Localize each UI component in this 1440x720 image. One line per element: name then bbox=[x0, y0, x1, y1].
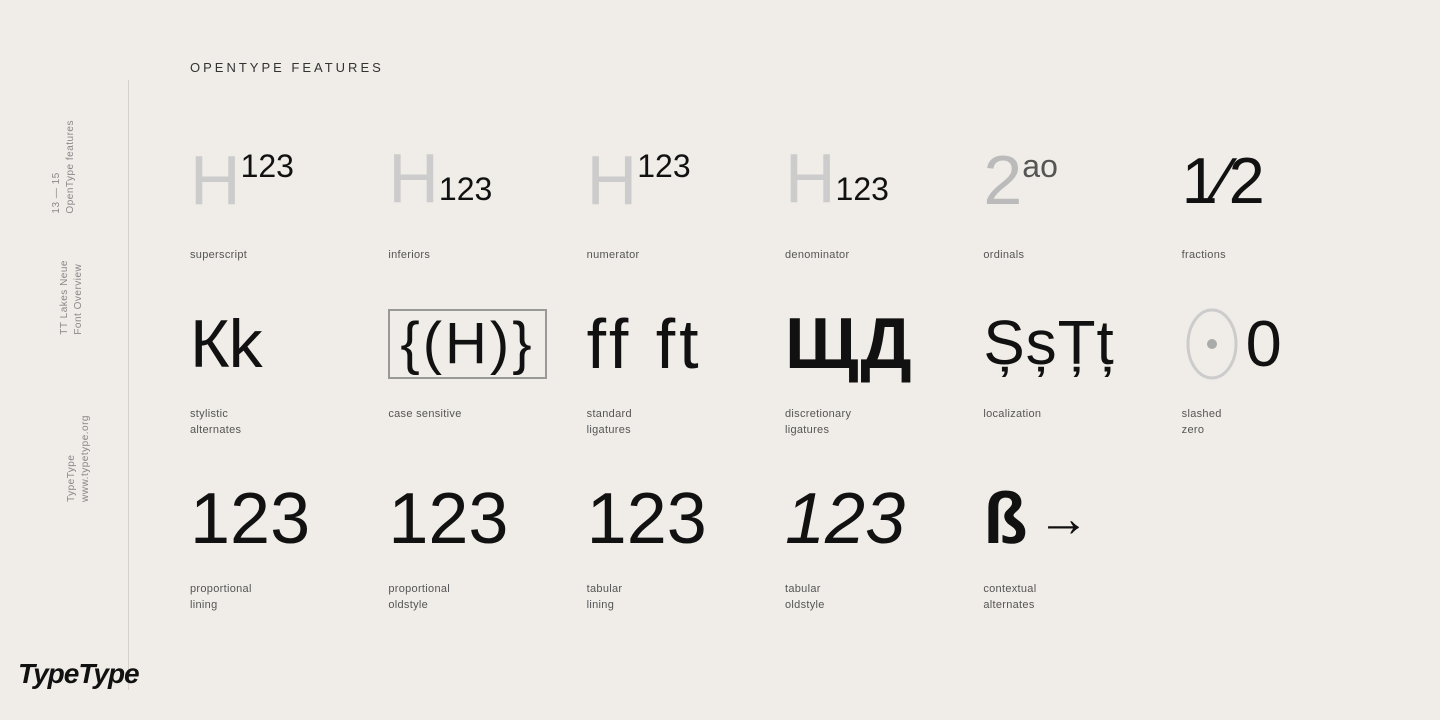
proportional-lining-glyph: 123 bbox=[190, 469, 310, 569]
stylistic-alternates-label: stylistic alternates bbox=[190, 406, 241, 439]
contextual-alternates-glyph: ß → bbox=[983, 469, 1089, 569]
feature-denominator: H123 denominator bbox=[785, 115, 983, 274]
stylistic-alternates-glyph: Кk bbox=[190, 294, 262, 394]
row1-grid: H123 superscript H123 inferiors H123 bbox=[190, 115, 1380, 274]
tabular-lining-glyph: 123 bbox=[587, 469, 707, 569]
main-content: OPENTYPE FEATURES H123 superscript H123 bbox=[130, 0, 1440, 720]
inferiors-glyph: H123 bbox=[388, 125, 492, 235]
feature-ordinals: 2ao ordinals bbox=[983, 115, 1181, 274]
feature-inferiors: H123 inferiors bbox=[388, 115, 586, 274]
feature-proportional-oldstyle: 123 proportional oldstyle bbox=[388, 459, 586, 624]
feature-standard-ligatures: ff ft standard ligatures bbox=[587, 284, 785, 449]
slashed-zero-glyph: 0 bbox=[1182, 294, 1282, 394]
zero-outline-icon bbox=[1182, 304, 1242, 384]
contextual-alternates-label: contextual alternates bbox=[983, 581, 1036, 614]
superscript-glyph: H123 bbox=[190, 125, 294, 235]
font-name-label: TT Lakes Neue Font Overview bbox=[58, 260, 86, 335]
company-url: TypeType www.typetype.org bbox=[65, 415, 93, 502]
sidebar: 13 — 15 OpenType features TT Lakes Neue … bbox=[0, 0, 130, 720]
discretionary-ligatures-label: discretionary ligatures bbox=[785, 406, 851, 439]
slashed-zero-label: slashed zero bbox=[1182, 406, 1222, 439]
page-title: OPENTYPE FEATURES bbox=[190, 60, 1380, 75]
proportional-oldstyle-label: proportional oldstyle bbox=[388, 581, 450, 614]
superscript-label: superscript bbox=[190, 247, 247, 264]
denominator-label: denominator bbox=[785, 247, 849, 264]
standard-ligatures-glyph: ff ft bbox=[587, 294, 703, 394]
feature-superscript: H123 superscript bbox=[190, 115, 388, 274]
localization-label: localization bbox=[983, 406, 1041, 423]
feature-numerator: H123 numerator bbox=[587, 115, 785, 274]
tabular-oldstyle-glyph: 123 bbox=[785, 469, 905, 569]
fractions-label: fractions bbox=[1182, 247, 1226, 264]
feature-localization: ȘșȚț localization bbox=[983, 284, 1181, 449]
ordinals-glyph: 2ao bbox=[983, 125, 1058, 235]
tabular-oldstyle-label: tabular oldstyle bbox=[785, 581, 825, 614]
proportional-oldstyle-glyph: 123 bbox=[388, 469, 508, 569]
feature-stylistic-alternates: Кk stylistic alternates bbox=[190, 284, 388, 449]
denominator-glyph: H123 bbox=[785, 125, 889, 235]
case-sensitive-glyph: {(H)} bbox=[388, 294, 546, 394]
standard-ligatures-label: standard ligatures bbox=[587, 406, 632, 439]
feature-slashed-zero: 0 slashed zero bbox=[1182, 284, 1380, 449]
numerator-label: numerator bbox=[587, 247, 640, 264]
row3-grid: 123 proportional lining 123 proportional… bbox=[190, 459, 1380, 624]
proportional-lining-label: proportional lining bbox=[190, 581, 252, 614]
page: 13 — 15 OpenType features TT Lakes Neue … bbox=[0, 0, 1440, 720]
case-sensitive-label: case sensitive bbox=[388, 406, 461, 423]
page-numbers: 13 — 15 OpenType features bbox=[50, 120, 78, 214]
feature-fractions: 1⁄2 fractions bbox=[1182, 115, 1380, 274]
feature-tabular-oldstyle: 123 tabular oldstyle bbox=[785, 459, 983, 624]
discretionary-ligatures-glyph: ЩД bbox=[785, 294, 914, 394]
feature-discretionary-ligatures: ЩД discretionary ligatures bbox=[785, 284, 983, 449]
tabular-lining-label: tabular lining bbox=[587, 581, 623, 614]
row2-grid: Кk stylistic alternates {(H)} case sensi… bbox=[190, 284, 1380, 449]
typetype-logo: TypeType bbox=[18, 658, 139, 690]
inferiors-label: inferiors bbox=[388, 247, 430, 264]
fractions-glyph: 1⁄2 bbox=[1182, 125, 1265, 235]
ordinals-label: ordinals bbox=[983, 247, 1024, 264]
feature-proportional-lining: 123 proportional lining bbox=[190, 459, 388, 624]
feature-tabular-lining: 123 tabular lining bbox=[587, 459, 785, 624]
feature-case-sensitive: {(H)} case sensitive bbox=[388, 284, 586, 449]
feature-contextual-alternates: ß → contextual alternates bbox=[983, 459, 1181, 624]
numerator-glyph: H123 bbox=[587, 125, 691, 235]
localization-glyph: ȘșȚț bbox=[983, 294, 1114, 394]
empty-cell bbox=[1182, 459, 1380, 624]
